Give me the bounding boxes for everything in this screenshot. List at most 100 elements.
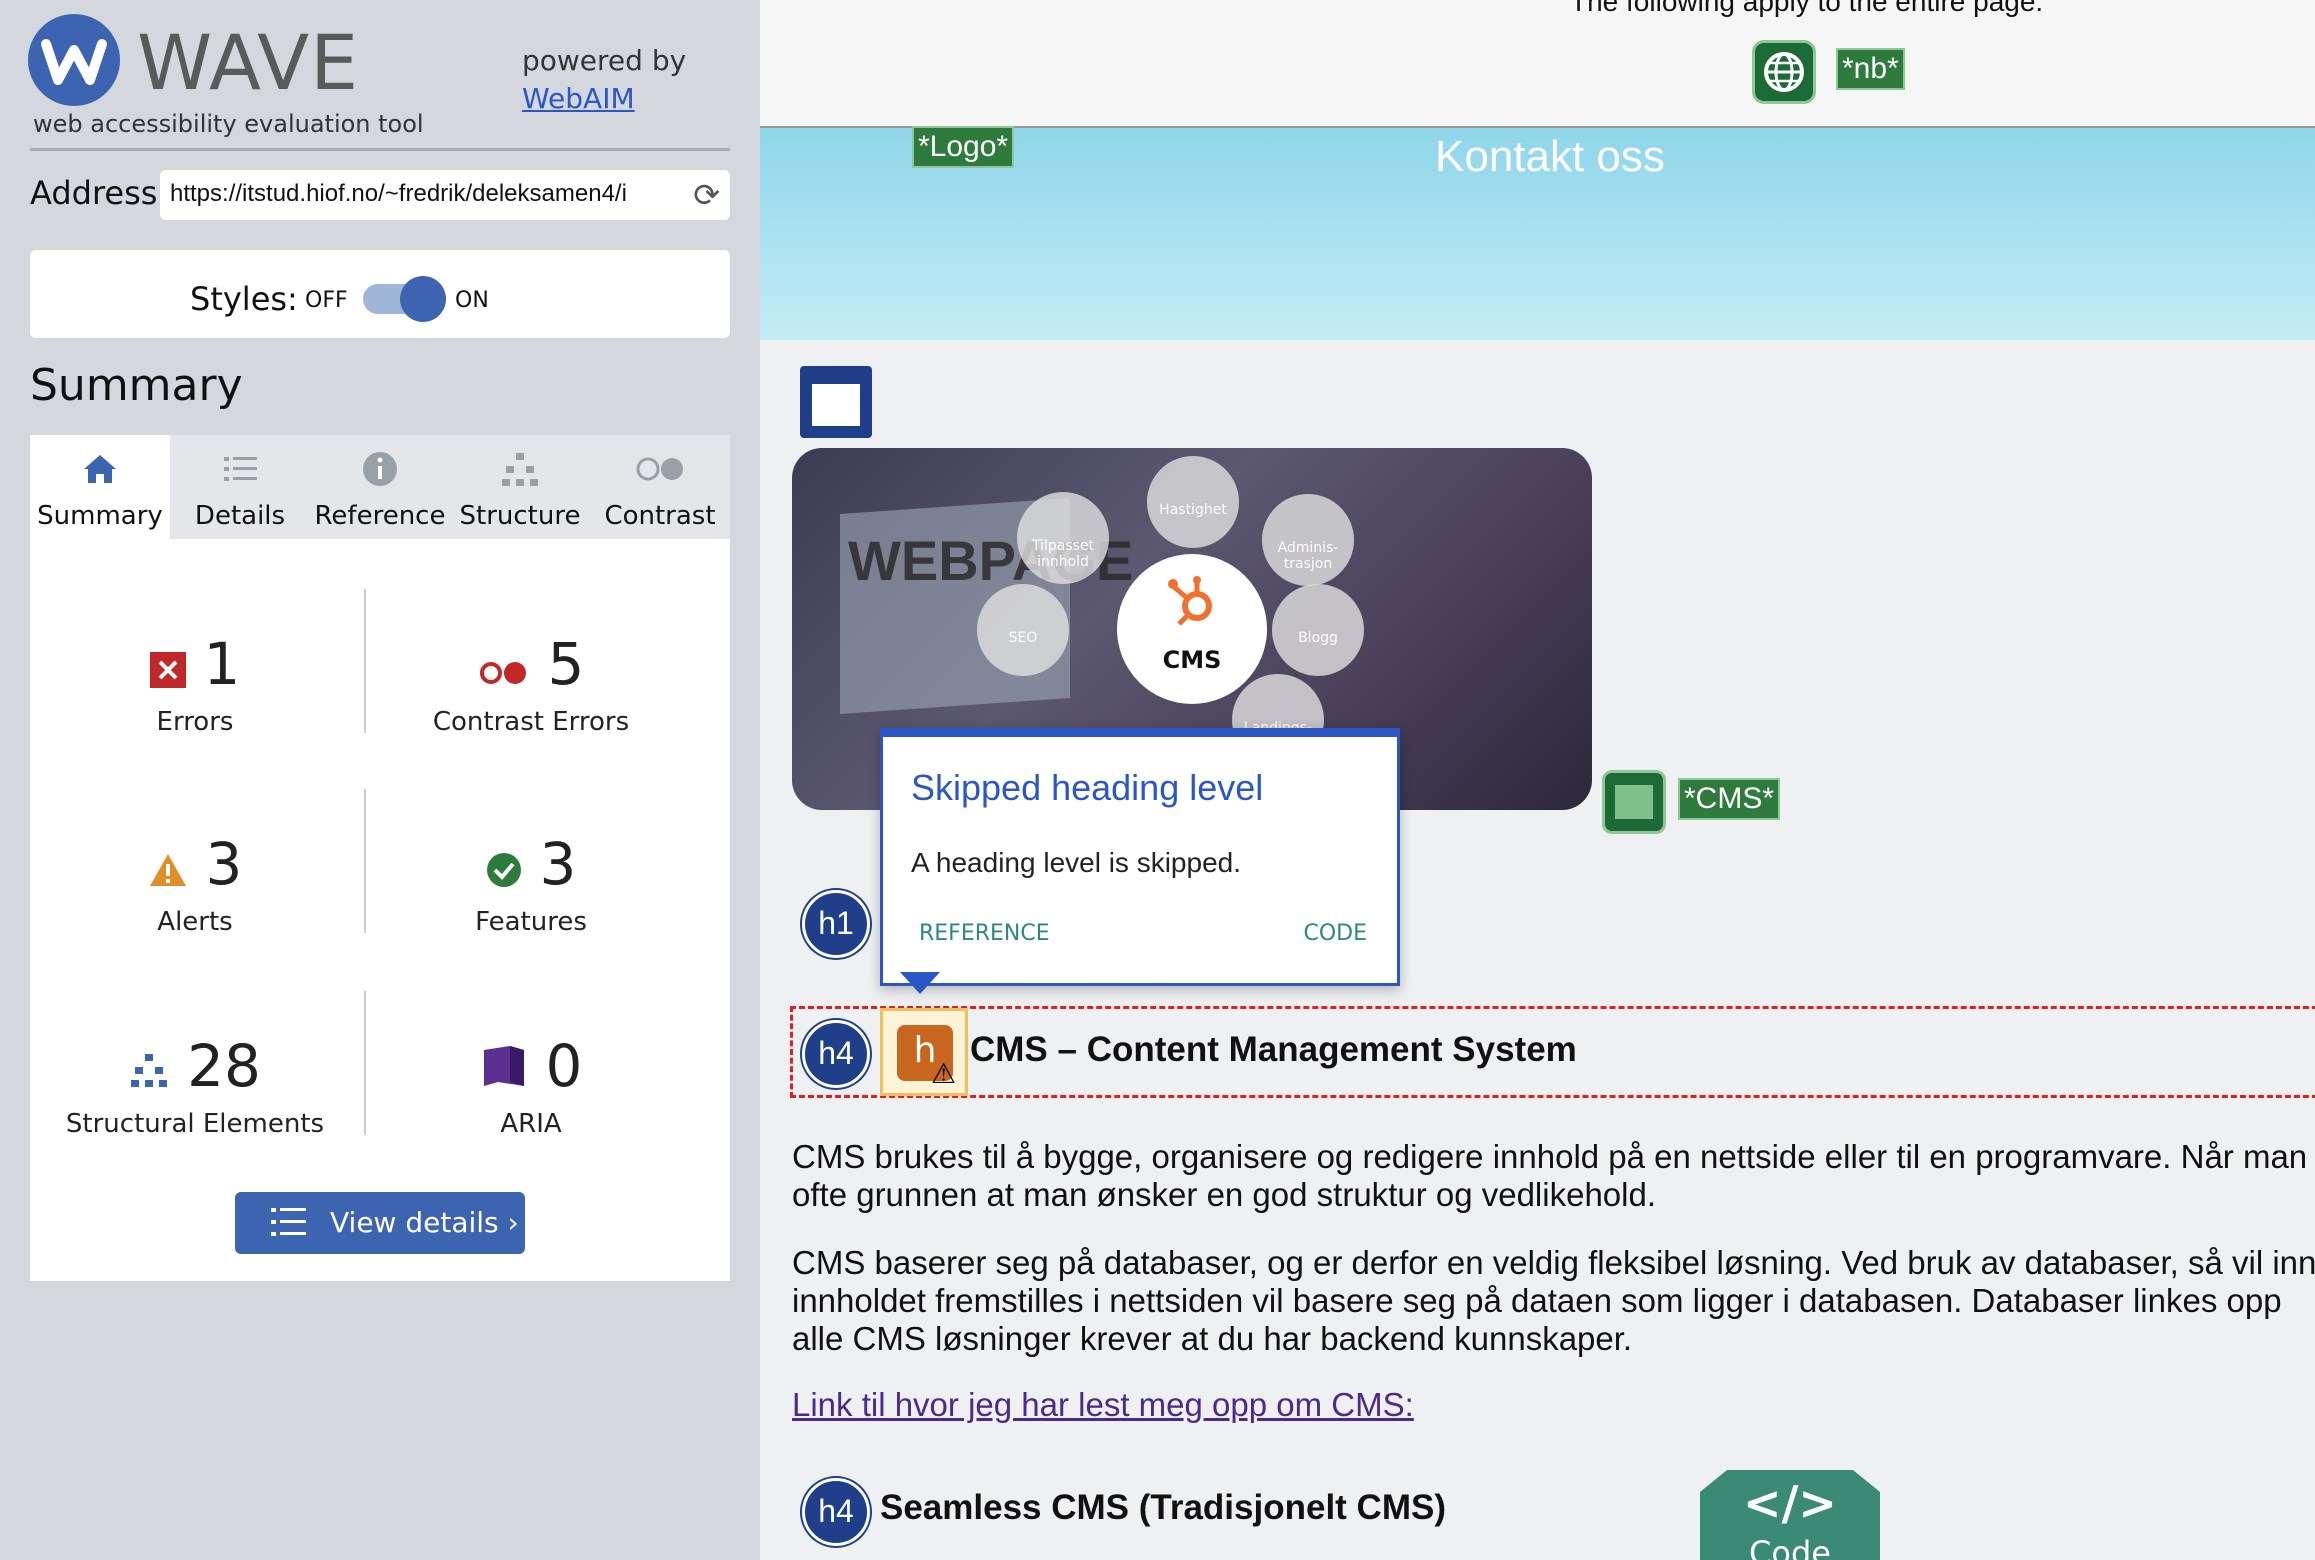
tab-details[interactable]: Details [170,435,310,539]
error-icon [149,633,186,703]
wave-logo-icon [28,14,120,106]
home-icon [30,449,170,493]
features-stat[interactable]: 3 Features [366,829,696,937]
alert-icon [148,833,188,903]
cms-center: CMS [1117,554,1267,704]
features-label: Features [475,906,587,937]
structural-label: Structural Elements [65,1108,325,1139]
tab-summary[interactable]: Summary [30,435,170,539]
webaim-link[interactable]: WebAIM [522,82,635,115]
divider [30,148,730,151]
view-details-label: View details › [330,1206,519,1239]
address-field[interactable]: https://itstud.hiof.no/~fredrik/deleksam… [160,170,730,220]
errors-count: 1 [203,630,241,698]
errors-label: Errors [156,706,234,737]
list-icon [269,1204,309,1248]
hierarchy-icon [450,449,590,493]
tab-bar: Summary Details Reference Structure Cont… [30,435,730,539]
summary-panel: 1 Errors 5 Contrast Errors 3 Alerts 3 Fe… [30,539,730,1281]
wave-sidebar: WAVE web accessibility evaluation tool p… [0,0,760,1560]
skipped-heading-popup: Skipped heading level A heading level is… [880,728,1400,986]
code-badge[interactable]: </> Code [1700,1470,1880,1560]
code-badge-label: Code [1749,1534,1831,1560]
structural-count: 28 [187,1032,261,1100]
address-label: Address: [30,174,169,212]
globe-icon[interactable] [1752,40,1816,104]
bubble-seo: SEO [977,584,1069,676]
alerts-stat[interactable]: 3 Alerts [30,829,360,937]
paragraph-1-line-2: ofte grunnen at man ønsker en god strukt… [792,1176,1657,1213]
paragraph-2-line-3: alle CMS løsninger krever at du har back… [792,1320,1633,1357]
summary-title: Summary [30,360,243,411]
cms-heading: CMS – Content Management System [970,1030,1577,1069]
bubble-hastighet: Hastighet [1147,456,1239,548]
page-apply-text: The following apply to the entire page: [1570,0,2044,17]
language-tag[interactable]: *nb* [1836,48,1905,90]
errors-stat[interactable]: 1 Errors [30,629,360,737]
h4-badge-2[interactable]: h4 [802,1478,870,1546]
powered-by-text: powered by [522,44,687,77]
code-icon: </> [1743,1476,1837,1530]
h1-badge[interactable]: h1 [802,890,870,958]
reload-icon[interactable]: ⟳ [693,176,720,214]
hubspot-icon [1165,572,1221,628]
paragraph-2-line-1: CMS baserer seg på databaser, og er derf… [792,1244,2315,1281]
aria-stat[interactable]: 0 ARIA [366,1031,696,1139]
info-icon [310,449,450,493]
styles-toggle-knob[interactable] [400,276,446,322]
bubble-tilpasset: Tilpasset innhold [1017,492,1109,584]
h4-badge[interactable]: h4 [802,1020,870,1088]
tab-reference[interactable]: Reference [310,435,450,539]
features-count: 3 [539,830,577,898]
window-icon[interactable] [800,366,872,438]
image-alt-icon[interactable] [1602,770,1666,834]
warning-icon: ⚠ [931,1057,957,1090]
contrast-icon [590,449,730,493]
popup-description: A heading level is skipped. [911,847,1241,878]
alerts-count: 3 [205,830,243,898]
aria-count: 0 [545,1032,583,1100]
tab-contrast[interactable]: Contrast [590,435,730,539]
styles-on-label: ON [455,288,489,313]
cms-center-label: CMS [1162,646,1222,674]
wave-tagline: web accessibility evaluation tool [33,110,424,138]
page-preview: The following apply to the entire page: … [760,0,2315,1560]
paragraph-1-line-1: CMS brukes til å bygge, organisere og re… [792,1138,2308,1175]
tab-details-label: Details [194,501,286,531]
bubble-blogg: Blogg [1272,584,1364,676]
seamless-heading: Seamless CMS (Tradisjonelt CMS) [880,1488,1446,1527]
popup-code-link[interactable]: CODE [1303,921,1367,946]
popup-arrow [900,972,940,994]
contrast-errors-label: Contrast Errors [432,706,630,737]
list-icon [170,449,310,493]
tab-reference-label: Reference [314,501,446,531]
tab-structure[interactable]: Structure [450,435,590,539]
contrast-errors-stat[interactable]: 5 Contrast Errors [366,629,696,737]
wave-logo-text: WAVE [137,18,360,107]
structure-icon [129,1035,169,1105]
styles-label: Styles: [190,280,298,318]
tab-structure-label: Structure [459,501,581,531]
structural-stat[interactable]: 28 Structural Elements [30,1031,360,1139]
tab-summary-label: Summary [37,501,163,531]
popup-title: Skipped heading level [911,767,1264,808]
alerts-label: Alerts [157,906,233,937]
paragraph-2-line-2: innholdet fremstilles i nettsiden vil ba… [792,1282,2282,1319]
contrast-errors-count: 5 [547,630,585,698]
address-input[interactable]: https://itstud.hiof.no/~fredrik/deleksam… [170,180,680,208]
styles-panel: Styles: OFF ON [30,250,730,338]
contrast-error-icon [478,633,530,703]
site-title: Kontakt oss [1435,132,1665,181]
powered-by: powered by WebAIM [522,42,686,118]
page-info-bar: The following apply to the entire page: … [760,0,2315,128]
tab-contrast-label: Contrast [604,501,716,531]
skipped-heading-alert-icon[interactable]: h ⚠ [880,1008,968,1096]
styles-off-label: OFF [305,288,348,313]
view-details-button[interactable]: View details › [235,1192,525,1254]
logo-alt-tag[interactable]: *Logo* [912,126,1015,168]
feature-icon [486,833,522,903]
aria-icon [480,1035,528,1105]
popup-reference-link[interactable]: REFERENCE [919,921,1050,946]
cms-source-link[interactable]: Link til hvor jeg har lest meg opp om CM… [792,1386,1414,1424]
cms-alt-tag[interactable]: *CMS* [1678,778,1781,820]
